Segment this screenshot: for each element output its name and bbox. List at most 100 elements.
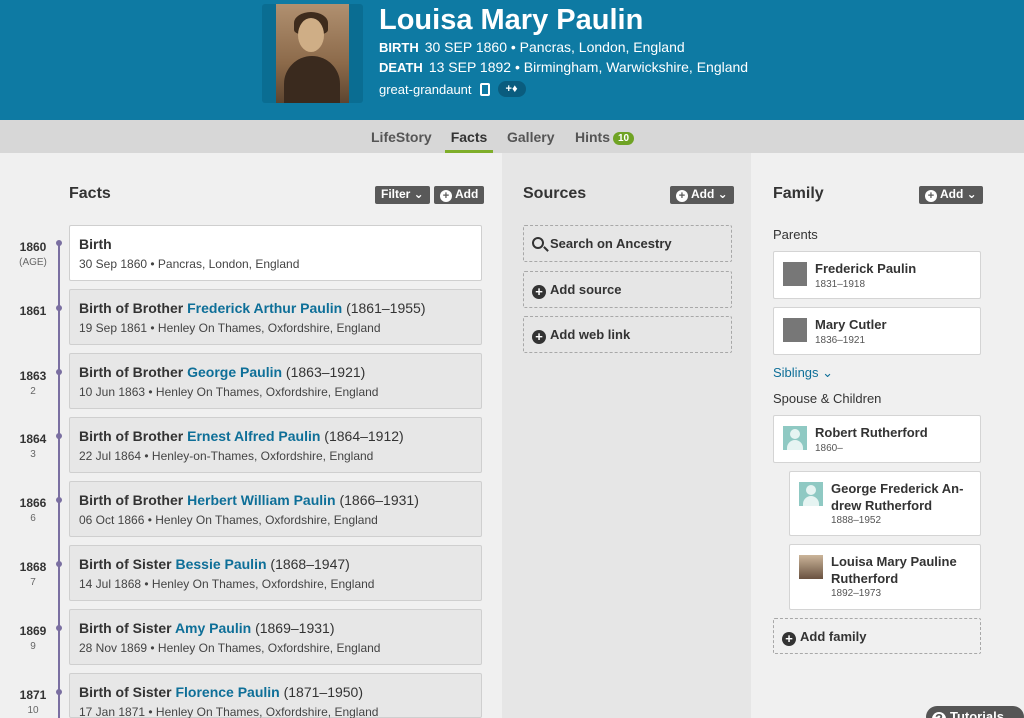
person-years: 1836–1921 bbox=[815, 335, 866, 346]
fact-age: 10 bbox=[27, 705, 39, 716]
plus-icon: + bbox=[925, 190, 937, 202]
fact-year: 1871 bbox=[19, 688, 47, 702]
fact-age: 7 bbox=[30, 577, 36, 588]
person-name: Louisa Mary Pauline Rutherford bbox=[831, 554, 957, 586]
profile-photo[interactable] bbox=[262, 4, 363, 103]
fact-card[interactable]: Birth of Brother Ernest Alfred Paulin (1… bbox=[69, 417, 482, 473]
person-link[interactable]: Florence Paulin bbox=[175, 684, 279, 700]
timeline-line bbox=[58, 244, 60, 718]
fact-detail: 14 Jul 1868 • Henley On Thames, Oxfordsh… bbox=[79, 577, 375, 591]
parent-card-father[interactable]: Frederick Paulin 1831–1918 bbox=[773, 251, 981, 299]
timeline-dot bbox=[56, 561, 62, 567]
fact-year: 1866 bbox=[19, 496, 47, 510]
child-card[interactable]: Louisa Mary Pauline Rutherford 1892–1973 bbox=[789, 544, 981, 610]
family-title: Family bbox=[773, 185, 824, 202]
plus-circle-icon: + bbox=[532, 330, 546, 344]
tab-hints[interactable]: Hints 10 bbox=[575, 129, 635, 153]
sources-add-button[interactable]: + Add ⌄ bbox=[670, 186, 734, 204]
fact-detail: 10 Jun 1863 • Henley On Thames, Oxfordsh… bbox=[79, 385, 379, 399]
person-photo bbox=[783, 318, 807, 342]
plus-circle-icon: + bbox=[532, 285, 546, 299]
fact-card[interactable]: Birth of Brother Herbert William Paulin … bbox=[69, 481, 482, 537]
fact-year: 1860 bbox=[19, 240, 47, 254]
search-on-ancestry-button[interactable]: Search on Ancestry bbox=[523, 225, 732, 262]
person-link[interactable]: Bessie Paulin bbox=[175, 556, 266, 572]
person-silhouette-icon bbox=[799, 482, 823, 506]
plus-icon: + bbox=[676, 190, 688, 202]
person-photo bbox=[799, 555, 823, 579]
relationship-label[interactable]: great-grandaunt bbox=[379, 82, 472, 97]
person-years: 1831–1918 bbox=[815, 279, 866, 290]
tab-gallery[interactable]: Gallery bbox=[507, 129, 554, 153]
family-add-button[interactable]: + Add ⌄ bbox=[919, 186, 983, 204]
birth-summary: BIRTH 30 SEP 1860 • Pancras, London, Engl… bbox=[379, 39, 685, 55]
fact-card[interactable]: Birth of Brother George Paulin (1863–192… bbox=[69, 353, 482, 409]
filter-button[interactable]: Filter ⌄ bbox=[375, 186, 430, 204]
siblings-toggle[interactable]: Siblings ⌄ bbox=[773, 365, 833, 381]
fact-year: 1868 bbox=[19, 560, 47, 574]
fact-card[interactable]: Birth of Sister Amy Paulin (1869–1931) 2… bbox=[69, 609, 482, 665]
person-photo bbox=[783, 262, 807, 286]
person-name: Frederick Paulin bbox=[815, 261, 917, 276]
person-years: 1888–1952 bbox=[831, 515, 882, 526]
add-web-link-button[interactable]: + Add web link bbox=[523, 316, 732, 353]
fact-card[interactable]: Birth of Brother Frederick Arthur Paulin… bbox=[69, 289, 482, 345]
relationship-row: great-grandaunt +♦ bbox=[379, 81, 526, 97]
add-tag-button[interactable]: +♦ bbox=[497, 81, 526, 97]
fact-year: 1864 bbox=[19, 432, 47, 446]
fact-detail: 22 Jul 1864 • Henley-on-Thames, Oxfordsh… bbox=[79, 449, 374, 463]
timeline-dot bbox=[56, 689, 62, 695]
fact-detail: 06 Oct 1866 • Henley On Thames, Oxfordsh… bbox=[79, 513, 378, 527]
person-name: Mary Cutler bbox=[815, 317, 887, 332]
tutorials-button[interactable]: ?Tutorials bbox=[926, 706, 1024, 718]
plus-circle-icon: + bbox=[782, 632, 796, 646]
plus-icon: + bbox=[440, 190, 452, 202]
fact-year: 1863 bbox=[19, 369, 47, 383]
clipboard-icon[interactable] bbox=[479, 82, 490, 96]
fact-age: 3 bbox=[30, 449, 36, 460]
tab-facts[interactable]: Facts bbox=[445, 129, 493, 153]
hints-count-badge: 10 bbox=[613, 132, 635, 145]
add-source-button[interactable]: + Add source bbox=[523, 271, 732, 308]
person-link[interactable]: Amy Paulin bbox=[175, 620, 251, 636]
tab-bar: LifeStory Facts Gallery Hints 10 bbox=[0, 120, 1024, 153]
fact-year: 1869 bbox=[19, 624, 47, 638]
fact-card[interactable]: Birth of Sister Bessie Paulin (1868–1947… bbox=[69, 545, 482, 601]
person-years: 1892–1973 bbox=[831, 588, 882, 599]
person-silhouette-icon bbox=[783, 426, 807, 450]
fact-age: 9 bbox=[30, 641, 36, 652]
fact-detail: 17 Jan 1871 • Henley On Thames, Oxfordsh… bbox=[79, 705, 379, 718]
person-name: Robert Rutherford bbox=[815, 425, 928, 440]
parent-card-mother[interactable]: Mary Cutler 1836–1921 bbox=[773, 307, 981, 355]
spouse-card[interactable]: Robert Rutherford 1860– bbox=[773, 415, 981, 463]
portrait-image bbox=[276, 4, 349, 103]
fact-age: 6 bbox=[30, 513, 36, 524]
timeline-dot bbox=[56, 433, 62, 439]
tab-lifestory[interactable]: LifeStory bbox=[371, 129, 432, 153]
fact-age: 2 bbox=[30, 386, 36, 397]
person-link[interactable]: Ernest Alfred Paulin bbox=[187, 428, 320, 444]
death-summary: DEATH 13 SEP 1892 • Birmingham, Warwicksh… bbox=[379, 59, 749, 75]
timeline-dot bbox=[56, 305, 62, 311]
fact-year: 1861 bbox=[19, 304, 47, 318]
person-name: Louisa Mary Paulin bbox=[379, 4, 644, 36]
person-name: George Frederick An-drew Rutherford bbox=[831, 481, 964, 513]
help-icon: ? bbox=[932, 712, 946, 718]
fact-detail: 28 Nov 1869 • Henley On Thames, Oxfordsh… bbox=[79, 641, 381, 655]
child-card[interactable]: George Frederick An-drew Rutherford 1888… bbox=[789, 471, 981, 536]
add-family-button[interactable]: + Add family bbox=[773, 618, 981, 654]
person-header: Louisa Mary Paulin BIRTH 30 SEP 1860 • Pa… bbox=[0, 0, 1024, 120]
facts-add-button[interactable]: + Add bbox=[434, 186, 485, 204]
timeline-dot bbox=[56, 369, 62, 375]
fact-card[interactable]: Birth of Sister Florence Paulin (1871–19… bbox=[69, 673, 482, 718]
search-icon bbox=[532, 237, 544, 249]
timeline-dot bbox=[56, 625, 62, 631]
person-link[interactable]: Herbert William Paulin bbox=[187, 492, 335, 508]
person-link[interactable]: Frederick Arthur Paulin bbox=[187, 300, 342, 316]
person-link[interactable]: George Paulin bbox=[187, 364, 282, 380]
fact-card-birth[interactable]: Birth 30 Sep 1860 • Pancras, London, Eng… bbox=[69, 225, 482, 281]
person-years: 1860– bbox=[815, 443, 843, 454]
parents-label: Parents bbox=[773, 227, 818, 242]
fact-age: (AGE) bbox=[19, 257, 47, 268]
facts-title: Facts bbox=[69, 185, 111, 202]
